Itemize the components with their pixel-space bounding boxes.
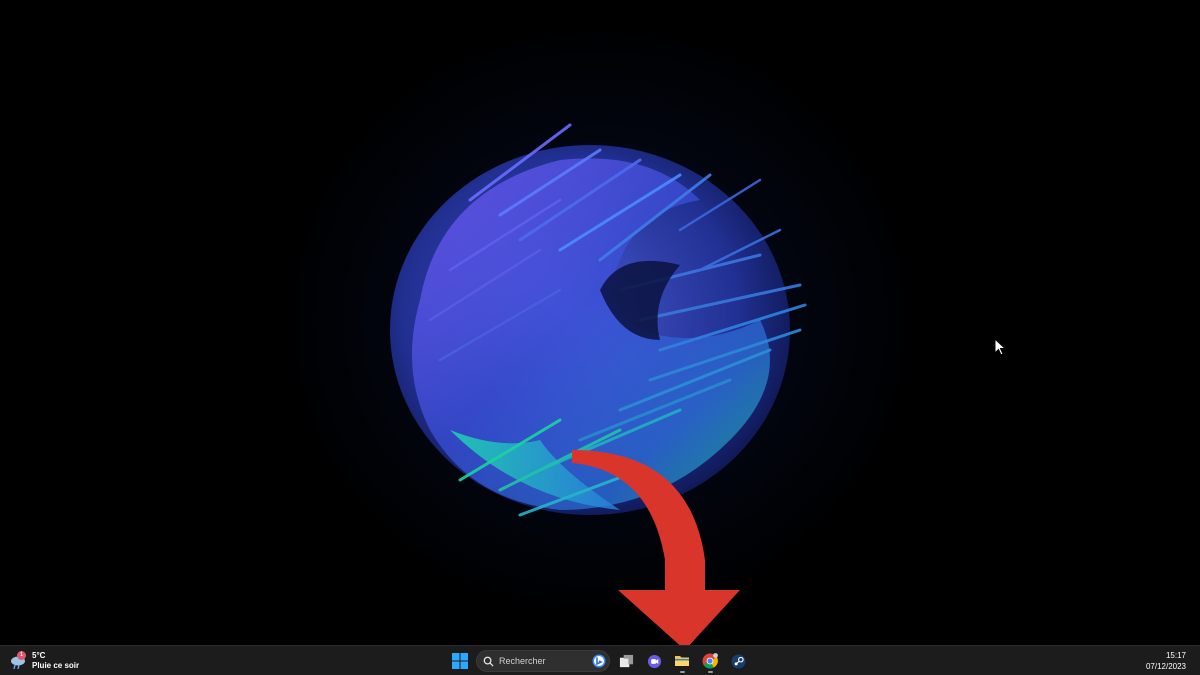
- clock-time: 15:17: [1165, 651, 1186, 660]
- chrome-button[interactable]: [698, 649, 722, 673]
- search-placeholder: Rechercher: [499, 656, 546, 666]
- steam-icon: [730, 653, 746, 669]
- notification-badge: 1: [17, 651, 26, 660]
- system-clock[interactable]: 15:17 07/12/2023: [1146, 650, 1186, 672]
- running-indicator: [708, 671, 713, 673]
- bing-icon[interactable]: [592, 654, 606, 668]
- weather-description: Pluie ce soir: [32, 661, 80, 670]
- running-indicator: [680, 671, 685, 673]
- weather-temperature: 5°C: [32, 651, 46, 660]
- taskbar-center: Rechercher: [448, 649, 750, 673]
- steam-button[interactable]: [726, 649, 750, 673]
- windows-start-icon: [452, 653, 468, 669]
- clock-date: 07/12/2023: [1145, 662, 1186, 671]
- weather-text: 5°C Pluie ce soir: [32, 651, 79, 671]
- folder-icon: [675, 656, 689, 666]
- weather-widget[interactable]: 1 5°C Pluie ce soir: [8, 649, 79, 673]
- screen: 1 5°C Pluie ce soir Rechercher 15:17 07/…: [0, 0, 1200, 675]
- task-view-button[interactable]: [614, 649, 638, 673]
- mouse-cursor: [994, 338, 1007, 356]
- teams-icon: [647, 654, 661, 668]
- search-icon: [483, 656, 494, 667]
- search-box[interactable]: Rechercher: [476, 650, 610, 672]
- desktop[interactable]: [0, 0, 1200, 645]
- start-button[interactable]: [448, 649, 472, 673]
- file-explorer-button[interactable]: [670, 649, 694, 673]
- teams-chat-button[interactable]: [642, 649, 666, 673]
- task-view-icon: [619, 654, 633, 667]
- taskbar: 1 5°C Pluie ce soir Rechercher 15:17 07/…: [0, 645, 1200, 675]
- chrome-icon: [702, 653, 718, 669]
- rain-cloud-icon: 1: [8, 651, 28, 671]
- wallpaper-art: [390, 123, 807, 517]
